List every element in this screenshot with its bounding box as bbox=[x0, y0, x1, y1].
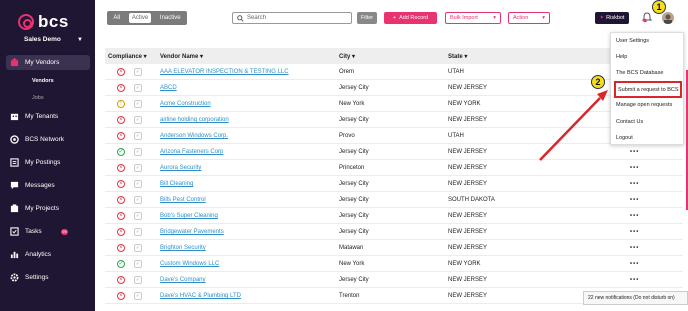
annotation-arrow bbox=[539, 90, 608, 161]
notification-toast: 22 new notifications (Do not disturb on) bbox=[583, 291, 688, 305]
